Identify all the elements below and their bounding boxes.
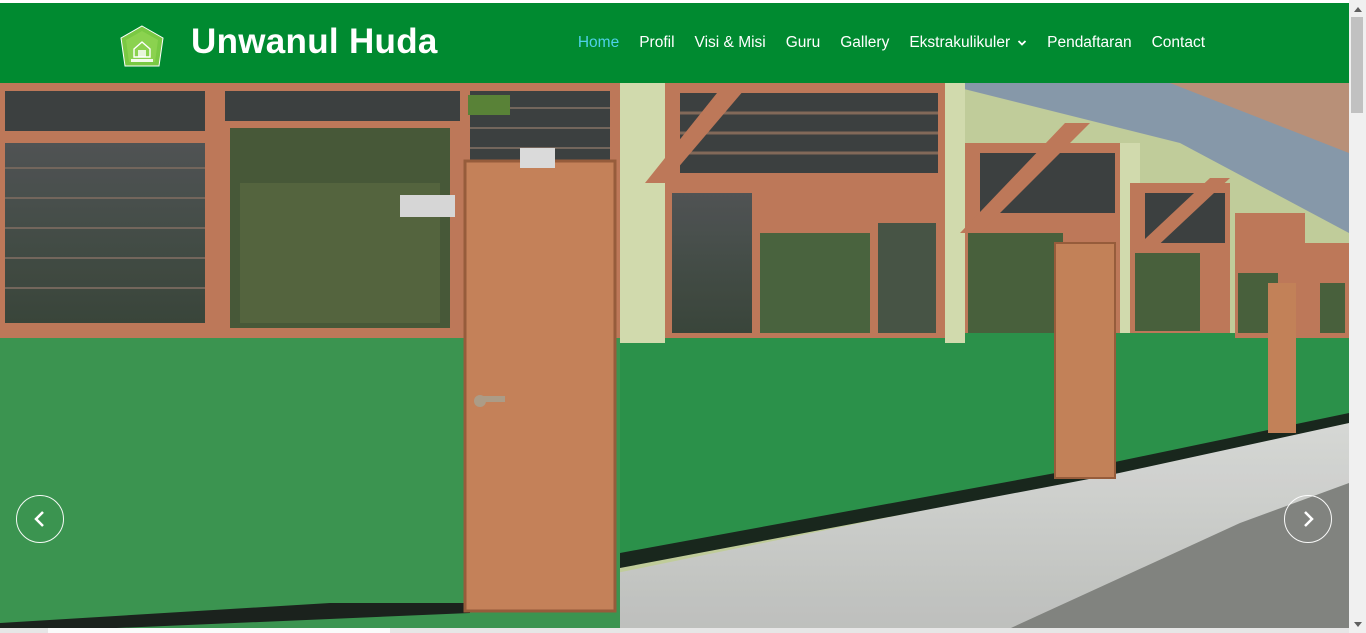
site-title[interactable]: Unwanul Huda [191,22,438,62]
nav-home[interactable]: Home [568,34,629,52]
nav-label: Contact [1151,34,1205,51]
school-emblem-icon[interactable] [119,25,165,69]
nav-label: Pendaftaran [1047,34,1132,51]
nav-label: Guru [785,34,821,51]
nav-label: Profil [639,34,675,51]
horizontal-scrollbar-thumb[interactable] [48,628,390,633]
nav-label: Gallery [840,34,890,51]
page: Unwanul Huda Home Profil Visi & Misi Gur… [0,3,1349,633]
scroll-up-arrow-icon [1353,6,1362,12]
vertical-scrollbar[interactable] [1349,0,1366,633]
nav-guru[interactable]: Guru [776,34,830,52]
main-nav: Home Profil Visi & Misi Guru Gallery Eks… [568,3,1215,83]
scroll-down-arrow-icon [1353,621,1362,627]
slider-next-button[interactable] [1284,495,1332,543]
site-header: Unwanul Huda Home Profil Visi & Misi Gur… [0,3,1349,83]
nav-profil[interactable]: Profil [629,34,684,52]
nav-pendaftaran[interactable]: Pendaftaran [1037,34,1141,52]
nav-label: Ekstrakulikuler [909,34,1011,51]
scroll-down-button[interactable] [1349,616,1366,633]
chevron-right-icon [1304,511,1314,527]
nav-ekstrakulikuler[interactable]: Ekstrakulikuler [899,34,1037,52]
nav-label: Home [577,34,620,51]
scroll-up-button[interactable] [1349,0,1366,17]
chevron-down-icon [1017,40,1027,46]
hero-slider [0,83,1349,633]
nav-label: Visi & Misi [694,34,766,51]
nav-gallery[interactable]: Gallery [830,34,899,52]
vertical-scrollbar-thumb[interactable] [1351,17,1363,113]
nav-visi-misi[interactable]: Visi & Misi [685,34,776,52]
chevron-left-icon [34,511,44,527]
slider-prev-button[interactable] [16,495,64,543]
horizontal-scrollbar[interactable] [0,628,1349,633]
nav-contact[interactable]: Contact [1142,34,1215,52]
school-corridor-photo [0,83,1349,633]
